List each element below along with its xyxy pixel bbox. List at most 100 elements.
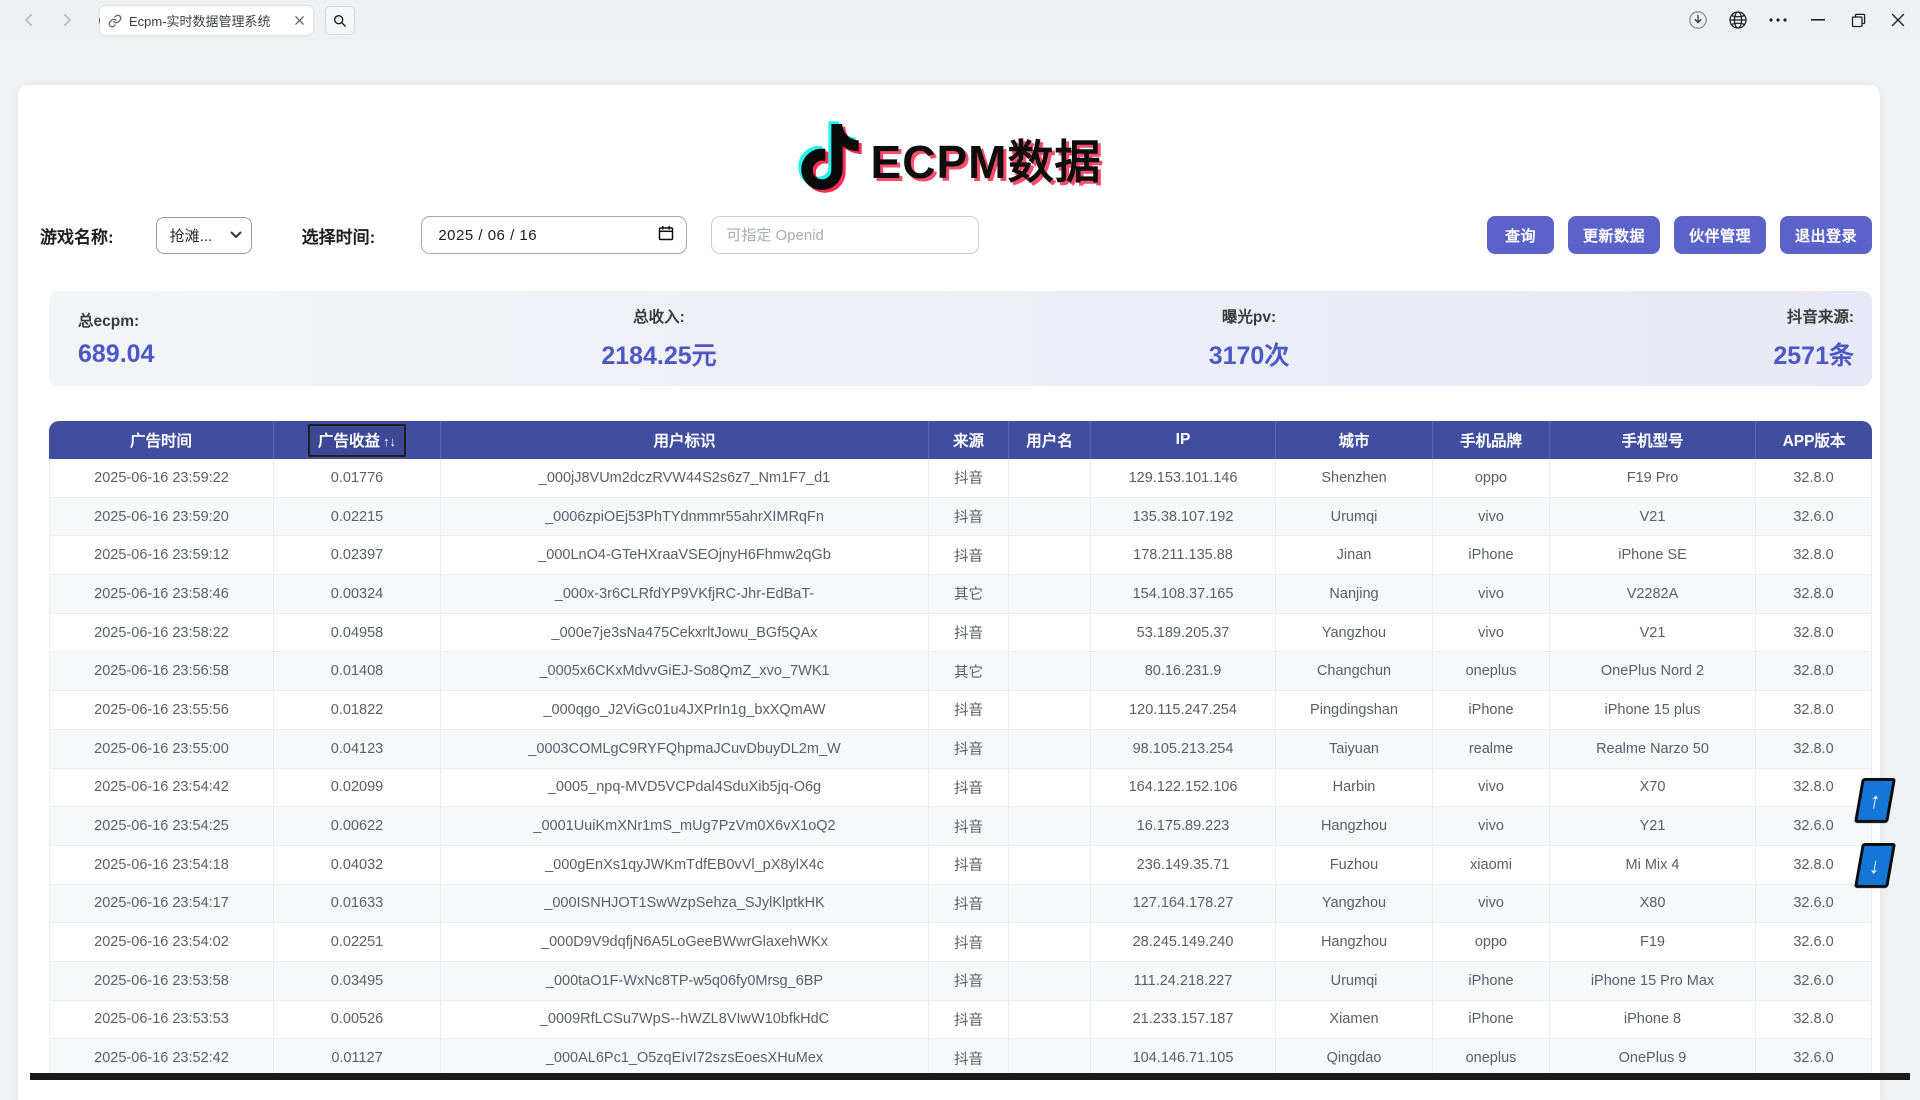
action-buttons: 查询 更新数据 伙伴管理 退出登录 <box>1487 216 1872 254</box>
cell-ad-revenue: 0.04958 <box>274 614 441 653</box>
game-select[interactable]: 抢滩... <box>156 217 252 254</box>
cell-user-id: _000jJ8VUm2dczRVW44S2s6z7_Nm1F7_d1 <box>441 459 929 498</box>
cell-username <box>1009 885 1091 924</box>
cell-ad-revenue: 0.01776 <box>274 459 441 498</box>
col-username: 用户名 <box>1009 421 1091 459</box>
game-select-value: 抢滩... <box>170 225 230 246</box>
globe-icon[interactable] <box>1724 6 1752 34</box>
cell-city: Changchun <box>1276 652 1433 691</box>
logout-button[interactable]: 退出登录 <box>1780 216 1872 254</box>
cell-username <box>1009 614 1091 653</box>
restore-icon[interactable] <box>1844 6 1872 34</box>
tab-title: Ecpm-实时数据管理系统 <box>129 11 287 30</box>
search-button[interactable] <box>325 6 355 35</box>
stat-total-income: 总收入: 2184.25元 <box>479 291 839 386</box>
calendar-icon[interactable] <box>658 225 674 246</box>
cell-username <box>1009 575 1091 614</box>
query-button[interactable]: 查询 <box>1487 216 1554 254</box>
cell-ip: 135.38.107.192 <box>1091 498 1276 537</box>
horizontal-scrollbar[interactable] <box>30 1073 1910 1080</box>
cell-user-id: _000LnO4-GTeHXraaVSEOjnyH6Fhmw2qGb <box>441 536 929 575</box>
cell-user-id: _0005x6CKxMdvvGiEJ-So8QmZ_xvo_7WK1 <box>441 652 929 691</box>
col-ip: IP <box>1091 421 1276 459</box>
cell-ip: 127.164.178.27 <box>1091 885 1276 924</box>
cell-phone-brand: oneplus <box>1433 652 1550 691</box>
table-row: 2025-06-16 23:54:18 0.04032 _000gEnXs1qy… <box>49 846 1872 885</box>
partner-manage-button[interactable]: 伙伴管理 <box>1674 216 1766 254</box>
cell-source: 抖音 <box>929 769 1009 808</box>
cell-ad-revenue: 0.01408 <box>274 652 441 691</box>
cell-app-version: 32.8.0 <box>1756 614 1872 653</box>
cell-username <box>1009 923 1091 962</box>
cell-username <box>1009 536 1091 575</box>
date-input[interactable]: 2025 / 06 / 16 <box>421 216 687 254</box>
cell-user-id: _0005_npq-MVD5VCPdal4SduXib5jq-O6g <box>441 769 929 808</box>
cell-user-id: _000D9V9dqfjN6A5LoGeeBWwrGlaxehWKx <box>441 923 929 962</box>
cell-user-id: _000x-3r6CLRfdYP9VKfjRC-Jhr-EdBaT- <box>441 575 929 614</box>
stat-exposure-pv: 曝光pv: 3170次 <box>1069 291 1429 386</box>
cell-app-version: 32.8.0 <box>1756 575 1872 614</box>
cell-app-version: 32.8.0 <box>1756 769 1872 808</box>
forward-icon[interactable] <box>54 7 80 33</box>
cell-phone-model: F19 <box>1550 923 1756 962</box>
game-name-label: 游戏名称: <box>40 223 114 248</box>
cell-app-version: 32.6.0 <box>1756 498 1872 537</box>
cell-app-version: 32.6.0 <box>1756 962 1872 1001</box>
cell-city: Taiyuan <box>1276 730 1433 769</box>
cell-phone-brand: iPhone <box>1433 1001 1550 1040</box>
cell-city: Harbin <box>1276 769 1433 808</box>
cell-phone-model: iPhone 15 Pro Max <box>1550 962 1756 1001</box>
cell-username <box>1009 459 1091 498</box>
cell-phone-model: OnePlus Nord 2 <box>1550 652 1756 691</box>
cell-source: 其它 <box>929 652 1009 691</box>
stat-douyin-source: 抖音来源: 2571条 <box>1773 291 1854 386</box>
close-icon[interactable] <box>1884 6 1912 34</box>
download-icon[interactable] <box>1684 6 1712 34</box>
openid-input[interactable] <box>711 216 979 254</box>
cell-source: 抖音 <box>929 885 1009 924</box>
search-icon <box>333 14 347 28</box>
cell-app-version: 32.8.0 <box>1756 730 1872 769</box>
cell-ip: 28.245.149.240 <box>1091 923 1276 962</box>
cell-app-version: 32.6.0 <box>1756 807 1872 846</box>
cell-app-version: 32.8.0 <box>1756 536 1872 575</box>
cell-source: 抖音 <box>929 498 1009 537</box>
cell-source: 其它 <box>929 575 1009 614</box>
cell-phone-brand: vivo <box>1433 498 1550 537</box>
browser-chrome: Ecpm-实时数据管理系统 <box>0 0 1920 40</box>
chevron-down-icon <box>230 226 242 244</box>
revenue-sort-button[interactable]: 广告收益↑↓ <box>308 424 406 457</box>
cell-phone-brand: realme <box>1433 730 1550 769</box>
table-row: 2025-06-16 23:54:17 0.01633 _000ISNHJOT1… <box>49 885 1872 924</box>
tab-close-icon[interactable] <box>294 15 305 26</box>
cell-phone-brand: vivo <box>1433 885 1550 924</box>
table-row: 2025-06-16 23:53:53 0.00526 _0009RfLCSu7… <box>49 1001 1872 1040</box>
col-ad-time: 广告时间 <box>49 421 274 459</box>
cell-ad-revenue: 0.02099 <box>274 769 441 808</box>
cell-ad-revenue: 0.00526 <box>274 1001 441 1040</box>
minimize-icon[interactable] <box>1804 6 1832 34</box>
cell-ad-revenue: 0.02215 <box>274 498 441 537</box>
cell-city: Nanjing <box>1276 575 1433 614</box>
update-data-button[interactable]: 更新数据 <box>1568 216 1660 254</box>
cell-source: 抖音 <box>929 807 1009 846</box>
filter-bar: 游戏名称: 抢滩... 选择时间: 2025 / 06 / 16 查询 更新数据… <box>40 215 1872 255</box>
stat-value: 3170次 <box>1069 336 1429 372</box>
cell-phone-model: Realme Narzo 50 <box>1550 730 1756 769</box>
main-card: ECPM数据 游戏名称: 抢滩... 选择时间: 2025 / 06 / 16 … <box>18 85 1880 1100</box>
back-icon[interactable] <box>16 7 42 33</box>
cell-ip: 111.24.218.227 <box>1091 962 1276 1001</box>
browser-tab[interactable]: Ecpm-实时数据管理系统 <box>100 6 313 35</box>
cell-username <box>1009 691 1091 730</box>
cell-user-id: _000e7je3sNa475CekxrltJowu_BGf5QAx <box>441 614 929 653</box>
cell-city: Xiamen <box>1276 1001 1433 1040</box>
table-row: 2025-06-16 23:54:42 0.02099 _0005_npq-MV… <box>49 769 1872 808</box>
cell-phone-brand: oppo <box>1433 923 1550 962</box>
col-ad-revenue: 广告收益↑↓ <box>274 421 441 459</box>
cell-phone-model: Mi Mix 4 <box>1550 846 1756 885</box>
page-background: ECPM数据 游戏名称: 抢滩... 选择时间: 2025 / 06 / 16 … <box>0 40 1920 1080</box>
cell-app-version: 32.6.0 <box>1756 885 1872 924</box>
col-app-version: APP版本 <box>1756 421 1872 459</box>
stat-value: 2571条 <box>1773 336 1854 372</box>
more-menu-icon[interactable] <box>1764 6 1792 34</box>
